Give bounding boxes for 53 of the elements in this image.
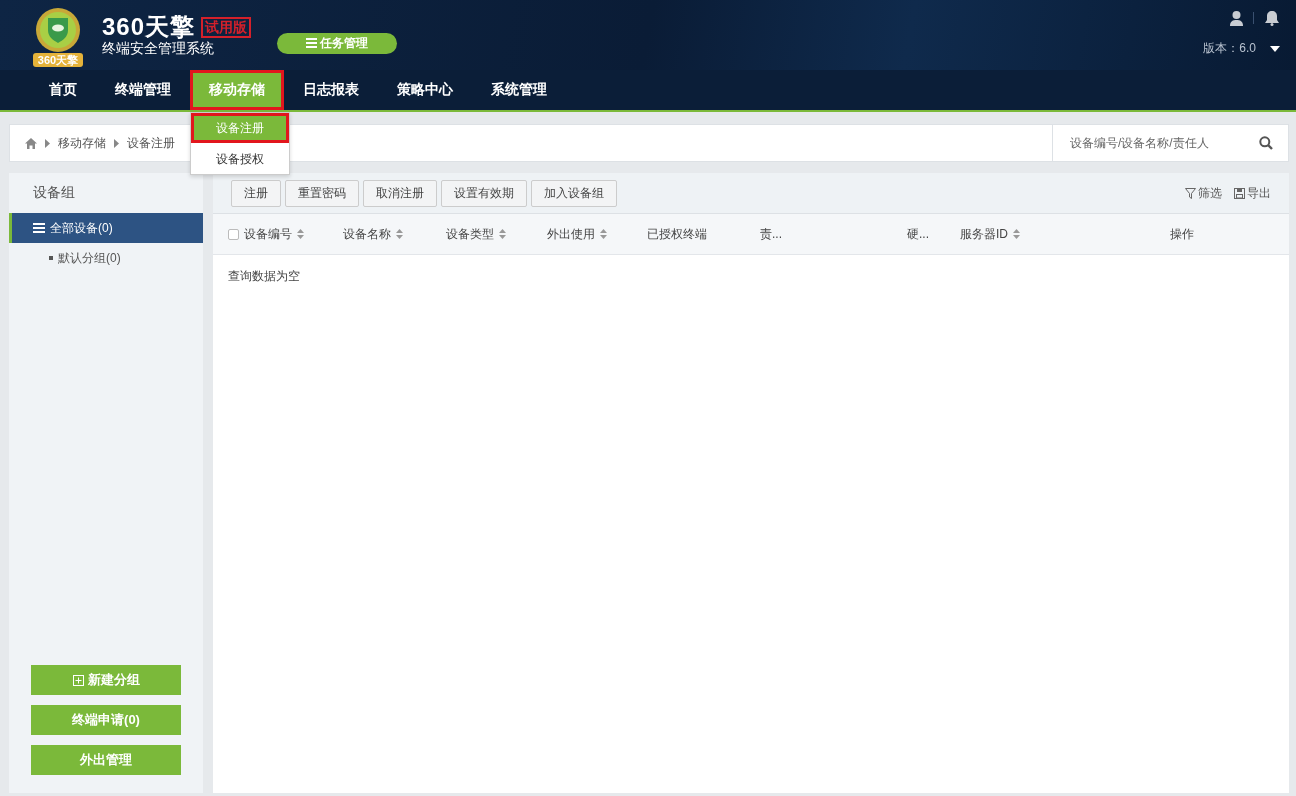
trial-stamp: 试用版 — [201, 16, 252, 38]
column-header: 设备类型 — [446, 225, 494, 243]
toolbar-button[interactable]: 加入设备组 — [531, 179, 617, 207]
breadcrumb-item: 设备注册 — [127, 134, 175, 152]
nav-tab[interactable]: 策略中心 — [378, 70, 472, 110]
nav-tab[interactable]: 终端管理 — [96, 70, 190, 110]
column-header: 硬... — [907, 225, 929, 243]
medal-icon — [35, 7, 81, 52]
list-icon — [306, 38, 318, 48]
toolbar-button[interactable]: 注册 — [231, 179, 281, 207]
home-icon[interactable] — [25, 137, 37, 149]
chevron-icon — [114, 138, 119, 148]
toolbar-button[interactable]: 重置密码 — [285, 179, 359, 207]
nav-tab[interactable]: 首页 — [30, 70, 96, 110]
caret-icon[interactable] — [1270, 45, 1280, 52]
bell-icon[interactable] — [1264, 10, 1280, 26]
toolbar-button[interactable]: 设置有效期 — [441, 179, 527, 207]
column-header: 设备编号 — [244, 225, 292, 243]
logo-title: 360天擎 — [102, 14, 196, 40]
checkbox[interactable] — [228, 228, 239, 240]
version-label: 版本：6.0 — [1203, 40, 1256, 57]
column-header: 设备名称 — [343, 225, 391, 243]
toolbar-button[interactable]: 取消注册 — [363, 179, 437, 207]
bullet-icon — [49, 256, 53, 260]
sidebar-title: 设备组 — [32, 183, 76, 202]
logo-subtitle: 终端安全管理系统 — [102, 40, 215, 56]
column-header: 已授权终端 — [647, 225, 707, 243]
sort-icon[interactable] — [499, 229, 506, 239]
sort-icon[interactable] — [600, 229, 607, 239]
export-link[interactable]: 导出 — [1234, 184, 1271, 202]
column-header: 服务器ID — [960, 225, 1008, 243]
nav-tab[interactable]: 日志报表 — [284, 70, 378, 110]
nav-tab[interactable]: 系统管理 — [472, 70, 566, 110]
list-icon — [33, 223, 45, 233]
chevron-icon — [45, 138, 50, 148]
save-icon — [1234, 187, 1245, 199]
column-header: 责... — [760, 225, 782, 243]
search-icon[interactable] — [1259, 136, 1273, 150]
sort-icon[interactable] — [297, 229, 304, 239]
user-icon[interactable] — [1230, 10, 1243, 26]
column-header: 外出使用 — [547, 225, 595, 243]
filter-link[interactable]: 筛选 — [1185, 184, 1222, 202]
add-icon — [72, 674, 84, 686]
filter-icon — [1185, 187, 1196, 199]
tree-item[interactable]: 全部设备(0) — [9, 213, 203, 243]
breadcrumb-item[interactable]: 移动存储 — [58, 134, 106, 152]
sort-icon[interactable] — [396, 229, 403, 239]
tree-item[interactable]: 默认分组(0) — [9, 243, 203, 273]
sort-icon[interactable] — [1013, 229, 1020, 239]
column-header: 操作 — [1170, 225, 1194, 243]
logo-badge-text: 360天擎 — [32, 52, 84, 67]
dropdown-item[interactable]: 设备授权 — [191, 145, 289, 173]
empty-message: 查询数据为空 — [227, 268, 301, 285]
